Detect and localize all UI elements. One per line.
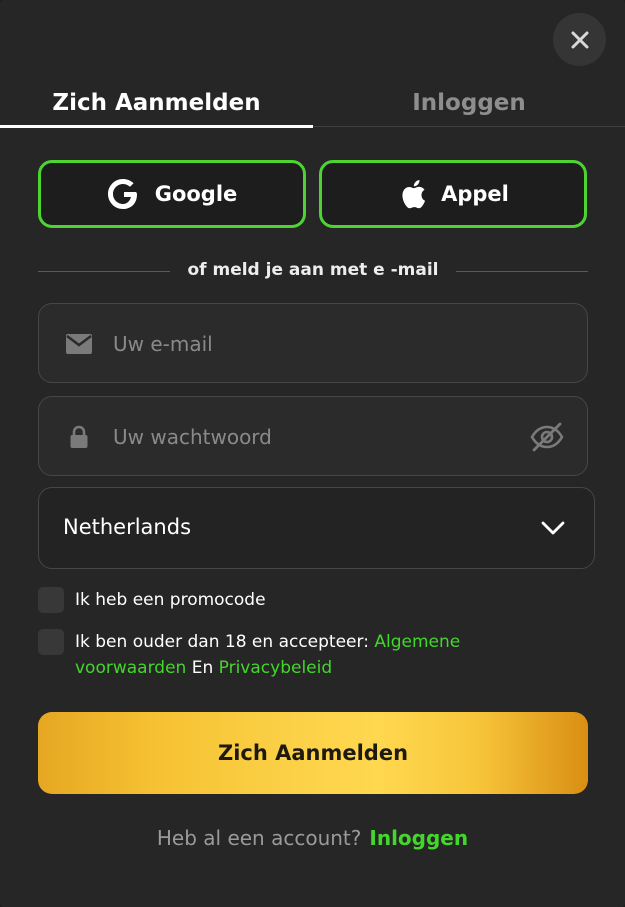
terms-label: Ik ben ouder dan 18 en accepteer: Algeme… (75, 629, 535, 681)
chevron-down-icon (541, 521, 565, 535)
signup-modal: Zich Aanmelden Inloggen Google Appel of … (0, 0, 625, 907)
divider-text: of meld je aan met e -mail (187, 260, 439, 280)
lock-icon (65, 423, 93, 451)
promo-label[interactable]: Ik heb een promocode (75, 587, 266, 613)
close-icon (571, 31, 588, 48)
active-tab-indicator (0, 125, 313, 128)
email-input[interactable] (113, 324, 513, 364)
password-field[interactable] (38, 396, 588, 476)
tab-signup[interactable]: Zich Aanmelden (0, 78, 313, 128)
google-icon (107, 179, 137, 209)
close-button[interactable] (553, 13, 606, 66)
mail-icon (65, 330, 93, 358)
country-select[interactable]: Netherlands (38, 487, 595, 569)
footer: Heb al een account? Inloggen (0, 826, 625, 850)
terms-prefix: Ik ben ouder dan 18 en accepteer: (75, 632, 375, 652)
signup-submit-button[interactable]: Zich Aanmelden (38, 712, 588, 794)
password-input[interactable] (113, 417, 513, 457)
promo-checkbox-row: Ik heb een promocode (38, 587, 266, 613)
footer-login-link[interactable]: Inloggen (369, 826, 468, 850)
email-field[interactable] (38, 303, 588, 383)
eye-off-icon[interactable] (529, 419, 565, 455)
apple-icon (402, 180, 426, 209)
divider-line-right (456, 271, 588, 272)
privacy-link[interactable]: Privacybeleid (219, 658, 333, 678)
apple-label: Appel (441, 182, 509, 206)
country-value: Netherlands (63, 515, 192, 539)
terms-checkbox[interactable] (38, 629, 64, 655)
apple-signup-button[interactable]: Appel (319, 160, 587, 228)
terms-checkbox-row: Ik ben ouder dan 18 en accepteer: Algeme… (38, 629, 535, 681)
promo-checkbox[interactable] (38, 587, 64, 613)
google-label: Google (154, 182, 238, 206)
divider-line-left (38, 271, 170, 272)
footer-question: Heb al een account? (156, 826, 362, 850)
terms-and: En (186, 658, 219, 678)
or-divider: of meld je aan met e -mail (38, 260, 588, 284)
tab-login[interactable]: Inloggen (313, 78, 625, 128)
auth-tabs: Zich Aanmelden Inloggen (0, 78, 625, 130)
google-signup-button[interactable]: Google (38, 160, 306, 228)
tab-divider-line (313, 126, 625, 127)
